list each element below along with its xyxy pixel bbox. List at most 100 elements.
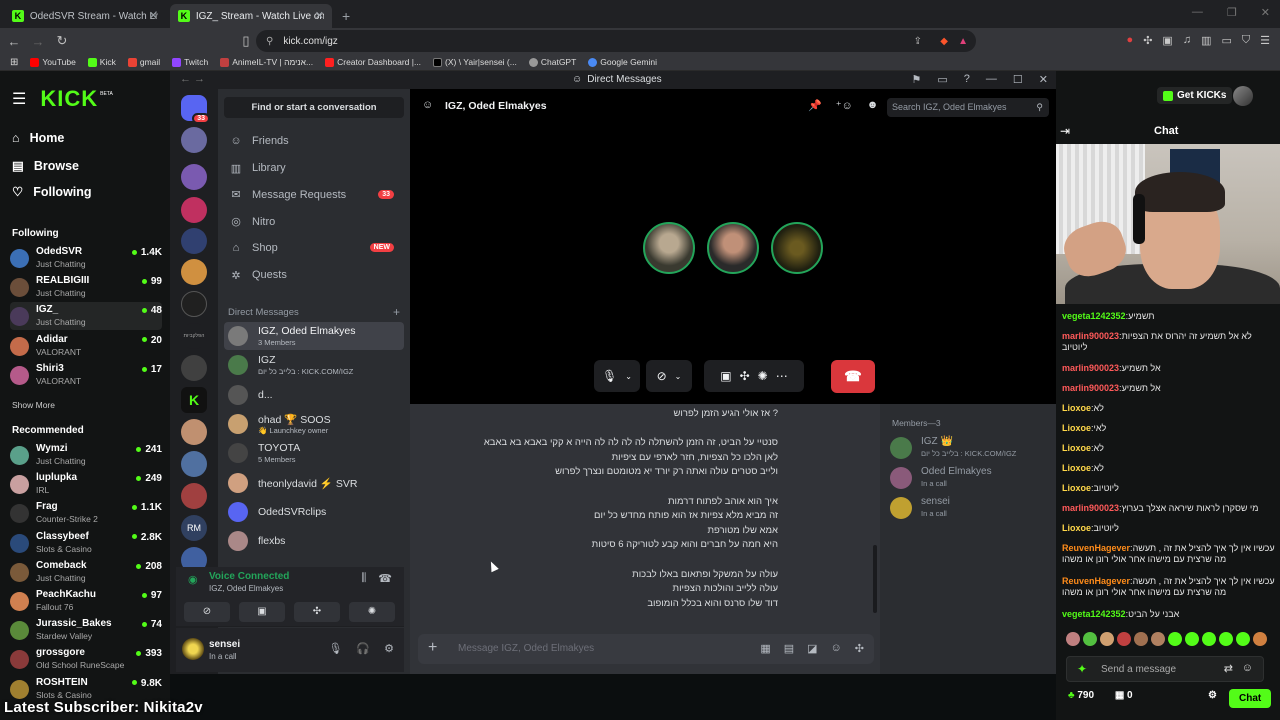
pin-icon[interactable]: 📌 xyxy=(808,99,822,112)
voice-channel-name[interactable]: IGZ, Oded Elmakyes xyxy=(209,584,283,593)
site-info-icon[interactable]: ⚲ xyxy=(266,36,273,47)
channel-item[interactable]: Wymzi Just Chatting 241 xyxy=(10,441,162,469)
emote-icon[interactable] xyxy=(1100,632,1114,646)
menu-icon[interactable]: ☰ xyxy=(1260,34,1270,47)
chat-username[interactable]: ReuvenHagever xyxy=(1062,543,1130,553)
noise-suppression-icon[interactable]: ⫼ xyxy=(361,572,366,585)
scrollbar[interactable] xyxy=(873,545,877,613)
channel-item[interactable]: Classybeef Slots & Casino 2.8K xyxy=(10,529,162,557)
sparkle-icon[interactable]: ✦ xyxy=(1077,662,1087,676)
message-input[interactable]: + Message IGZ, Oded Elmakyes ▦ ▤ ◪ ☺ ✣ xyxy=(418,634,874,664)
flag-icon[interactable]: ⚑ xyxy=(912,73,922,86)
inbox-icon[interactable]: ▭ xyxy=(937,73,947,86)
screen-share-button[interactable]: ▣ xyxy=(239,602,285,622)
minimize-icon[interactable]: — xyxy=(1192,6,1203,19)
emote-icon[interactable] xyxy=(1134,632,1148,646)
server-icon[interactable] xyxy=(181,483,207,509)
dm-nav-library[interactable]: ▥ Library xyxy=(230,162,400,175)
close-window-icon[interactable]: ✕ xyxy=(1261,6,1270,19)
maximize-icon[interactable]: ☐ xyxy=(1013,73,1023,86)
chat-username[interactable]: marlin900023 xyxy=(1062,331,1119,341)
puzzle-icon[interactable]: ✣ xyxy=(1143,34,1152,47)
avatar[interactable] xyxy=(1233,86,1253,106)
member-item[interactable]: IGZ 👑 בלייב כל יום : KICK.COM/IGZ xyxy=(890,434,1050,460)
avatar[interactable] xyxy=(182,638,204,660)
channel-item[interactable]: luplupka IRL 249 xyxy=(10,470,162,498)
emote-icon[interactable] xyxy=(1168,632,1182,646)
browser-tab-igz[interactable]: K IGZ_ Stream - Watch Live on Kick ✕ xyxy=(170,4,332,28)
gif-icon[interactable]: ▤ xyxy=(784,642,794,655)
find-conversation-button[interactable]: Find or start a conversation xyxy=(224,97,404,118)
participant-tile-sensei[interactable] xyxy=(771,222,823,274)
close-tab-icon[interactable]: ✕ xyxy=(315,9,324,22)
nav-following[interactable]: ♡ Following xyxy=(12,184,92,200)
apps-icon[interactable]: ✣ xyxy=(855,642,864,655)
chat-username[interactable]: marlin900023 xyxy=(1062,363,1119,373)
bookmark-twitch[interactable]: Twitch xyxy=(172,57,208,67)
channel-item[interactable]: Comeback Just Chatting 208 xyxy=(10,558,162,586)
channel-item[interactable]: PeachKachu Fallout 76 97 xyxy=(10,587,162,615)
dm-nav-friends[interactable]: ☺ Friends xyxy=(230,135,400,147)
bookmark-icon[interactable]: ▯ xyxy=(236,33,256,49)
dm-item[interactable]: TOYOTA 5 Members xyxy=(224,439,404,467)
sidebar-icon[interactable]: ▥ xyxy=(1201,34,1211,47)
server-icon[interactable] xyxy=(181,355,207,381)
camera-off-button[interactable]: ⊘ xyxy=(184,602,230,622)
close-tab-icon[interactable]: ✕ xyxy=(149,9,158,22)
get-kicks-button[interactable]: Get KICKs xyxy=(1157,87,1233,104)
dm-item[interactable]: d... xyxy=(224,381,404,409)
emote-icon[interactable] xyxy=(1253,632,1267,646)
signal-icon[interactable]: ◉ xyxy=(188,573,198,586)
url-input[interactable]: ⚲ kick.com/igz ⇪ ◆ ▲ xyxy=(256,30,976,52)
channel-item[interactable]: Jurassic_Bakes Stardew Valley 74 xyxy=(10,616,162,644)
reload-icon[interactable]: ↻ xyxy=(52,33,72,49)
emote-icon[interactable] xyxy=(1117,632,1131,646)
channel-item[interactable]: grossgore Old School RuneScape 393 xyxy=(10,645,162,673)
channel-item[interactable]: Frag Counter-Strike 2 1.1K xyxy=(10,499,162,527)
bookmark-kick[interactable]: Kick xyxy=(87,57,116,67)
emote-icon[interactable] xyxy=(1066,632,1080,646)
user-name[interactable]: sensei xyxy=(209,639,240,650)
emote-icon[interactable] xyxy=(1236,632,1250,646)
new-tab-icon[interactable]: + xyxy=(332,8,360,28)
emote-icon[interactable] xyxy=(1083,632,1097,646)
screenshot-icon[interactable]: ▣ xyxy=(1162,34,1172,47)
chat-username[interactable]: marlin900023 xyxy=(1062,383,1119,393)
minimize-icon[interactable]: — xyxy=(986,73,997,86)
maximize-icon[interactable]: ❐ xyxy=(1227,6,1237,19)
channel-item[interactable]: IGZ_ Just Chatting 48 xyxy=(10,302,162,331)
gift-icon[interactable]: ▦ xyxy=(760,642,770,655)
participant-tile-oded[interactable] xyxy=(707,222,759,274)
server-icon[interactable] xyxy=(181,419,207,445)
brave-shield-icon[interactable]: ◆ xyxy=(940,36,948,47)
chat-send-button[interactable]: Chat xyxy=(1229,689,1272,708)
dm-nav-quests[interactable]: ✲ Quests xyxy=(230,269,400,282)
close-icon[interactable]: ✕ xyxy=(1039,73,1048,86)
dm-item[interactable]: theonlydavid ⚡ SVR xyxy=(224,469,404,497)
emote-icon[interactable] xyxy=(1185,632,1199,646)
attach-icon[interactable]: + xyxy=(428,639,437,657)
help-icon[interactable]: ? xyxy=(964,73,970,86)
bookmark-animeil[interactable]: AnimeIL-TV | אנימה... xyxy=(220,57,313,67)
dm-nav-shop[interactable]: ⌂ Shop NEW xyxy=(230,242,400,254)
server-icon[interactable] xyxy=(181,197,207,223)
back-icon[interactable]: ← xyxy=(4,34,24,49)
server-icon[interactable]: הפלקביות xyxy=(181,323,207,349)
kick-logo[interactable]: KICK xyxy=(40,86,98,112)
kick-server-icon[interactable]: K xyxy=(181,387,207,413)
emoji-icon[interactable]: ☺ xyxy=(831,642,842,655)
dm-item[interactable]: IGZ, Oded Elmakyes 3 Members xyxy=(224,322,404,350)
bookmark-chatgpt[interactable]: ChatGPT xyxy=(528,57,576,67)
emote-icon[interactable] xyxy=(1151,632,1165,646)
settings-icon[interactable]: ⚙ xyxy=(384,642,394,655)
chat-send-input[interactable]: ✦ Send a message ☺ ⇄ xyxy=(1066,656,1264,682)
chat-username[interactable]: marlin900023 xyxy=(1062,503,1119,513)
activity-button[interactable]: ✣ xyxy=(294,602,340,622)
browser-tab-odedsvr[interactable]: K OdedSVR Stream - Watch Live on Kick ✕ xyxy=(4,4,166,28)
chat-username[interactable]: Lioxoe xyxy=(1062,443,1091,453)
chat-username[interactable]: Lioxoe xyxy=(1062,423,1091,433)
chat-settings-icon[interactable]: ⚙ xyxy=(1208,690,1217,701)
microphone-icon[interactable]: 🎙 xyxy=(328,642,342,655)
dm-item[interactable]: ohad 🏆 SOOS 👋 Launchkey owner xyxy=(224,410,404,438)
dm-nav-nitro[interactable]: ◎ Nitro xyxy=(230,215,400,229)
